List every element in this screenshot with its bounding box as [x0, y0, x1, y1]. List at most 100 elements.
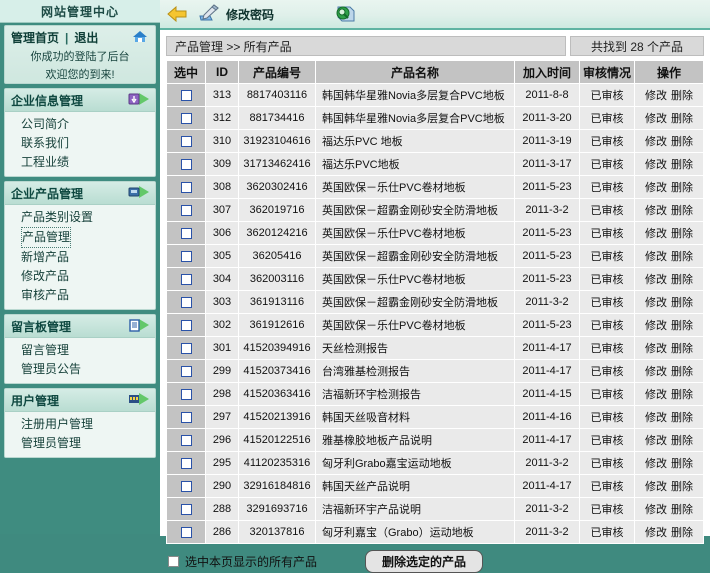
link-separator: | [65, 30, 69, 45]
table-row: 286 320137816 匈牙利嘉宝（Grabo）运动地板 2011-3-2 已审核修… [166, 520, 704, 544]
row-checkbox[interactable] [180, 227, 192, 239]
row-checkbox[interactable] [180, 365, 192, 377]
row-delete-link[interactable]: 删除 [671, 113, 693, 125]
sidebar-group-body: 注册用户管理 管理员管理 [5, 412, 155, 457]
sidebar-item-1-0[interactable]: 产品类别设置 [5, 208, 155, 227]
row-id: 310 [205, 129, 239, 153]
row-delete-link[interactable]: 删除 [671, 274, 693, 286]
admin-home-link[interactable]: 管理首页 [11, 29, 59, 46]
sidebar-group-2: 企业产品管理产品类别设置 产品管理 新增产品 修改产品 审核产品 [4, 181, 156, 310]
row-edit-link[interactable]: 修改 [645, 159, 667, 171]
row-checkbox[interactable] [180, 158, 192, 170]
row-delete-link[interactable]: 删除 [671, 182, 693, 194]
sidebar-item-0-0[interactable]: 公司简介 [5, 115, 155, 134]
row-checkbox[interactable] [180, 181, 192, 193]
select-all-checkbox[interactable] [168, 556, 179, 567]
row-checkbox[interactable] [180, 112, 192, 124]
row-checkbox[interactable] [180, 411, 192, 423]
row-checkbox[interactable] [180, 319, 192, 331]
row-checkbox[interactable] [180, 296, 192, 308]
row-delete-link[interactable]: 删除 [671, 159, 693, 171]
row-edit-link[interactable]: 修改 [645, 136, 667, 148]
row-edit-link[interactable]: 修改 [645, 90, 667, 102]
row-checkbox[interactable] [180, 480, 192, 492]
sidebar-item-1-2[interactable]: 新增产品 [5, 248, 155, 267]
sidebar-item-3-0[interactable]: 注册用户管理 [5, 415, 155, 434]
sidebar-item-1-1[interactable]: 产品管理 [21, 227, 72, 248]
row-checkbox[interactable] [180, 204, 192, 216]
row-delete-link[interactable]: 删除 [671, 343, 693, 355]
row-delete-link[interactable]: 删除 [671, 527, 693, 539]
sidebar-group-header[interactable]: 用户管理 [5, 389, 155, 412]
row-delete-link[interactable]: 删除 [671, 320, 693, 332]
row-edit-link[interactable]: 修改 [645, 504, 667, 516]
row-edit-link[interactable]: 修改 [645, 389, 667, 401]
row-edit-link[interactable]: 修改 [645, 113, 667, 125]
row-delete-link[interactable]: 删除 [671, 366, 693, 378]
row-edit-link[interactable]: 修改 [645, 527, 667, 539]
row-delete-link[interactable]: 删除 [671, 136, 693, 148]
row-date: 2011-3-2 [514, 451, 580, 475]
row-edit-link[interactable]: 修改 [645, 251, 667, 263]
row-delete-link[interactable]: 删除 [671, 435, 693, 447]
sidebar-group-header[interactable]: 企业产品管理 [5, 182, 155, 205]
table-row: 308 3620302416 英国欧保－乐仕PVC卷材地板 2011-5-23 已审核修… [166, 175, 704, 199]
row-delete-link[interactable]: 删除 [671, 90, 693, 102]
row-edit-link[interactable]: 修改 [645, 366, 667, 378]
row-product-name: 匈牙利嘉宝（Grabo）运动地板 [315, 520, 515, 544]
row-checkbox[interactable] [180, 457, 192, 469]
row-checkbox[interactable] [180, 250, 192, 262]
row-actions: 修改 删除 [634, 336, 704, 360]
row-select-cell [166, 290, 206, 314]
row-edit-link[interactable]: 修改 [645, 228, 667, 240]
row-checkbox[interactable] [180, 342, 192, 354]
delete-selected-button[interactable]: 删除选定的产品 [365, 550, 484, 573]
logout-link[interactable]: 退出 [74, 29, 98, 46]
row-product-no: 3620302416 [238, 175, 316, 199]
row-checkbox[interactable] [180, 526, 192, 538]
row-edit-link[interactable]: 修改 [645, 343, 667, 355]
row-delete-link[interactable]: 删除 [671, 251, 693, 263]
row-delete-link[interactable]: 删除 [671, 504, 693, 516]
row-checkbox[interactable] [180, 135, 192, 147]
sidebar-item-0-1[interactable]: 联系我们 [5, 134, 155, 153]
sidebar-item-1-3[interactable]: 修改产品 [5, 267, 155, 286]
row-delete-link[interactable]: 删除 [671, 458, 693, 470]
row-delete-link[interactable]: 删除 [671, 389, 693, 401]
sidebar-item-2-0[interactable]: 留言管理 [5, 341, 155, 360]
row-product-no: 41520363416 [238, 382, 316, 406]
sidebar-group-title: 企业产品管理 [11, 186, 84, 201]
row-edit-link[interactable]: 修改 [645, 481, 667, 493]
row-edit-link[interactable]: 修改 [645, 412, 667, 424]
row-actions: 修改 删除 [634, 198, 704, 222]
search-book-icon[interactable] [334, 5, 356, 23]
sidebar-item-2-1[interactable]: 管理员公告 [5, 360, 155, 379]
row-id: 306 [205, 221, 239, 245]
sidebar-group-header[interactable]: 企业信息管理 [5, 89, 155, 112]
row-edit-link[interactable]: 修改 [645, 320, 667, 332]
back-arrow-icon[interactable] [166, 5, 188, 23]
row-delete-link[interactable]: 删除 [671, 205, 693, 217]
row-edit-link[interactable]: 修改 [645, 274, 667, 286]
row-checkbox[interactable] [180, 388, 192, 400]
change-password-button[interactable]: 修改密码 [198, 3, 274, 25]
row-delete-link[interactable]: 删除 [671, 228, 693, 240]
table-row: 297 41520213916 韩国天丝吸音材料 2011-4-16 已审核 修改 删除 [166, 405, 704, 429]
row-edit-link[interactable]: 修改 [645, 435, 667, 447]
sidebar-item-1-4[interactable]: 审核产品 [5, 286, 155, 305]
row-checkbox[interactable] [180, 434, 192, 446]
row-edit-link[interactable]: 修改 [645, 297, 667, 309]
sidebar-group-header[interactable]: 留言板管理 [5, 315, 155, 338]
row-edit-link[interactable]: 修改 [645, 205, 667, 217]
row-checkbox[interactable] [180, 273, 192, 285]
row-delete-link[interactable]: 删除 [671, 412, 693, 424]
home-icon [131, 28, 149, 44]
row-edit-link[interactable]: 修改 [645, 458, 667, 470]
row-checkbox[interactable] [180, 503, 192, 515]
row-delete-link[interactable]: 删除 [671, 481, 693, 493]
row-delete-link[interactable]: 删除 [671, 297, 693, 309]
row-checkbox[interactable] [180, 89, 192, 101]
sidebar-item-3-1[interactable]: 管理员管理 [5, 434, 155, 453]
sidebar-item-0-2[interactable]: 工程业绩 [5, 153, 155, 172]
row-edit-link[interactable]: 修改 [645, 182, 667, 194]
